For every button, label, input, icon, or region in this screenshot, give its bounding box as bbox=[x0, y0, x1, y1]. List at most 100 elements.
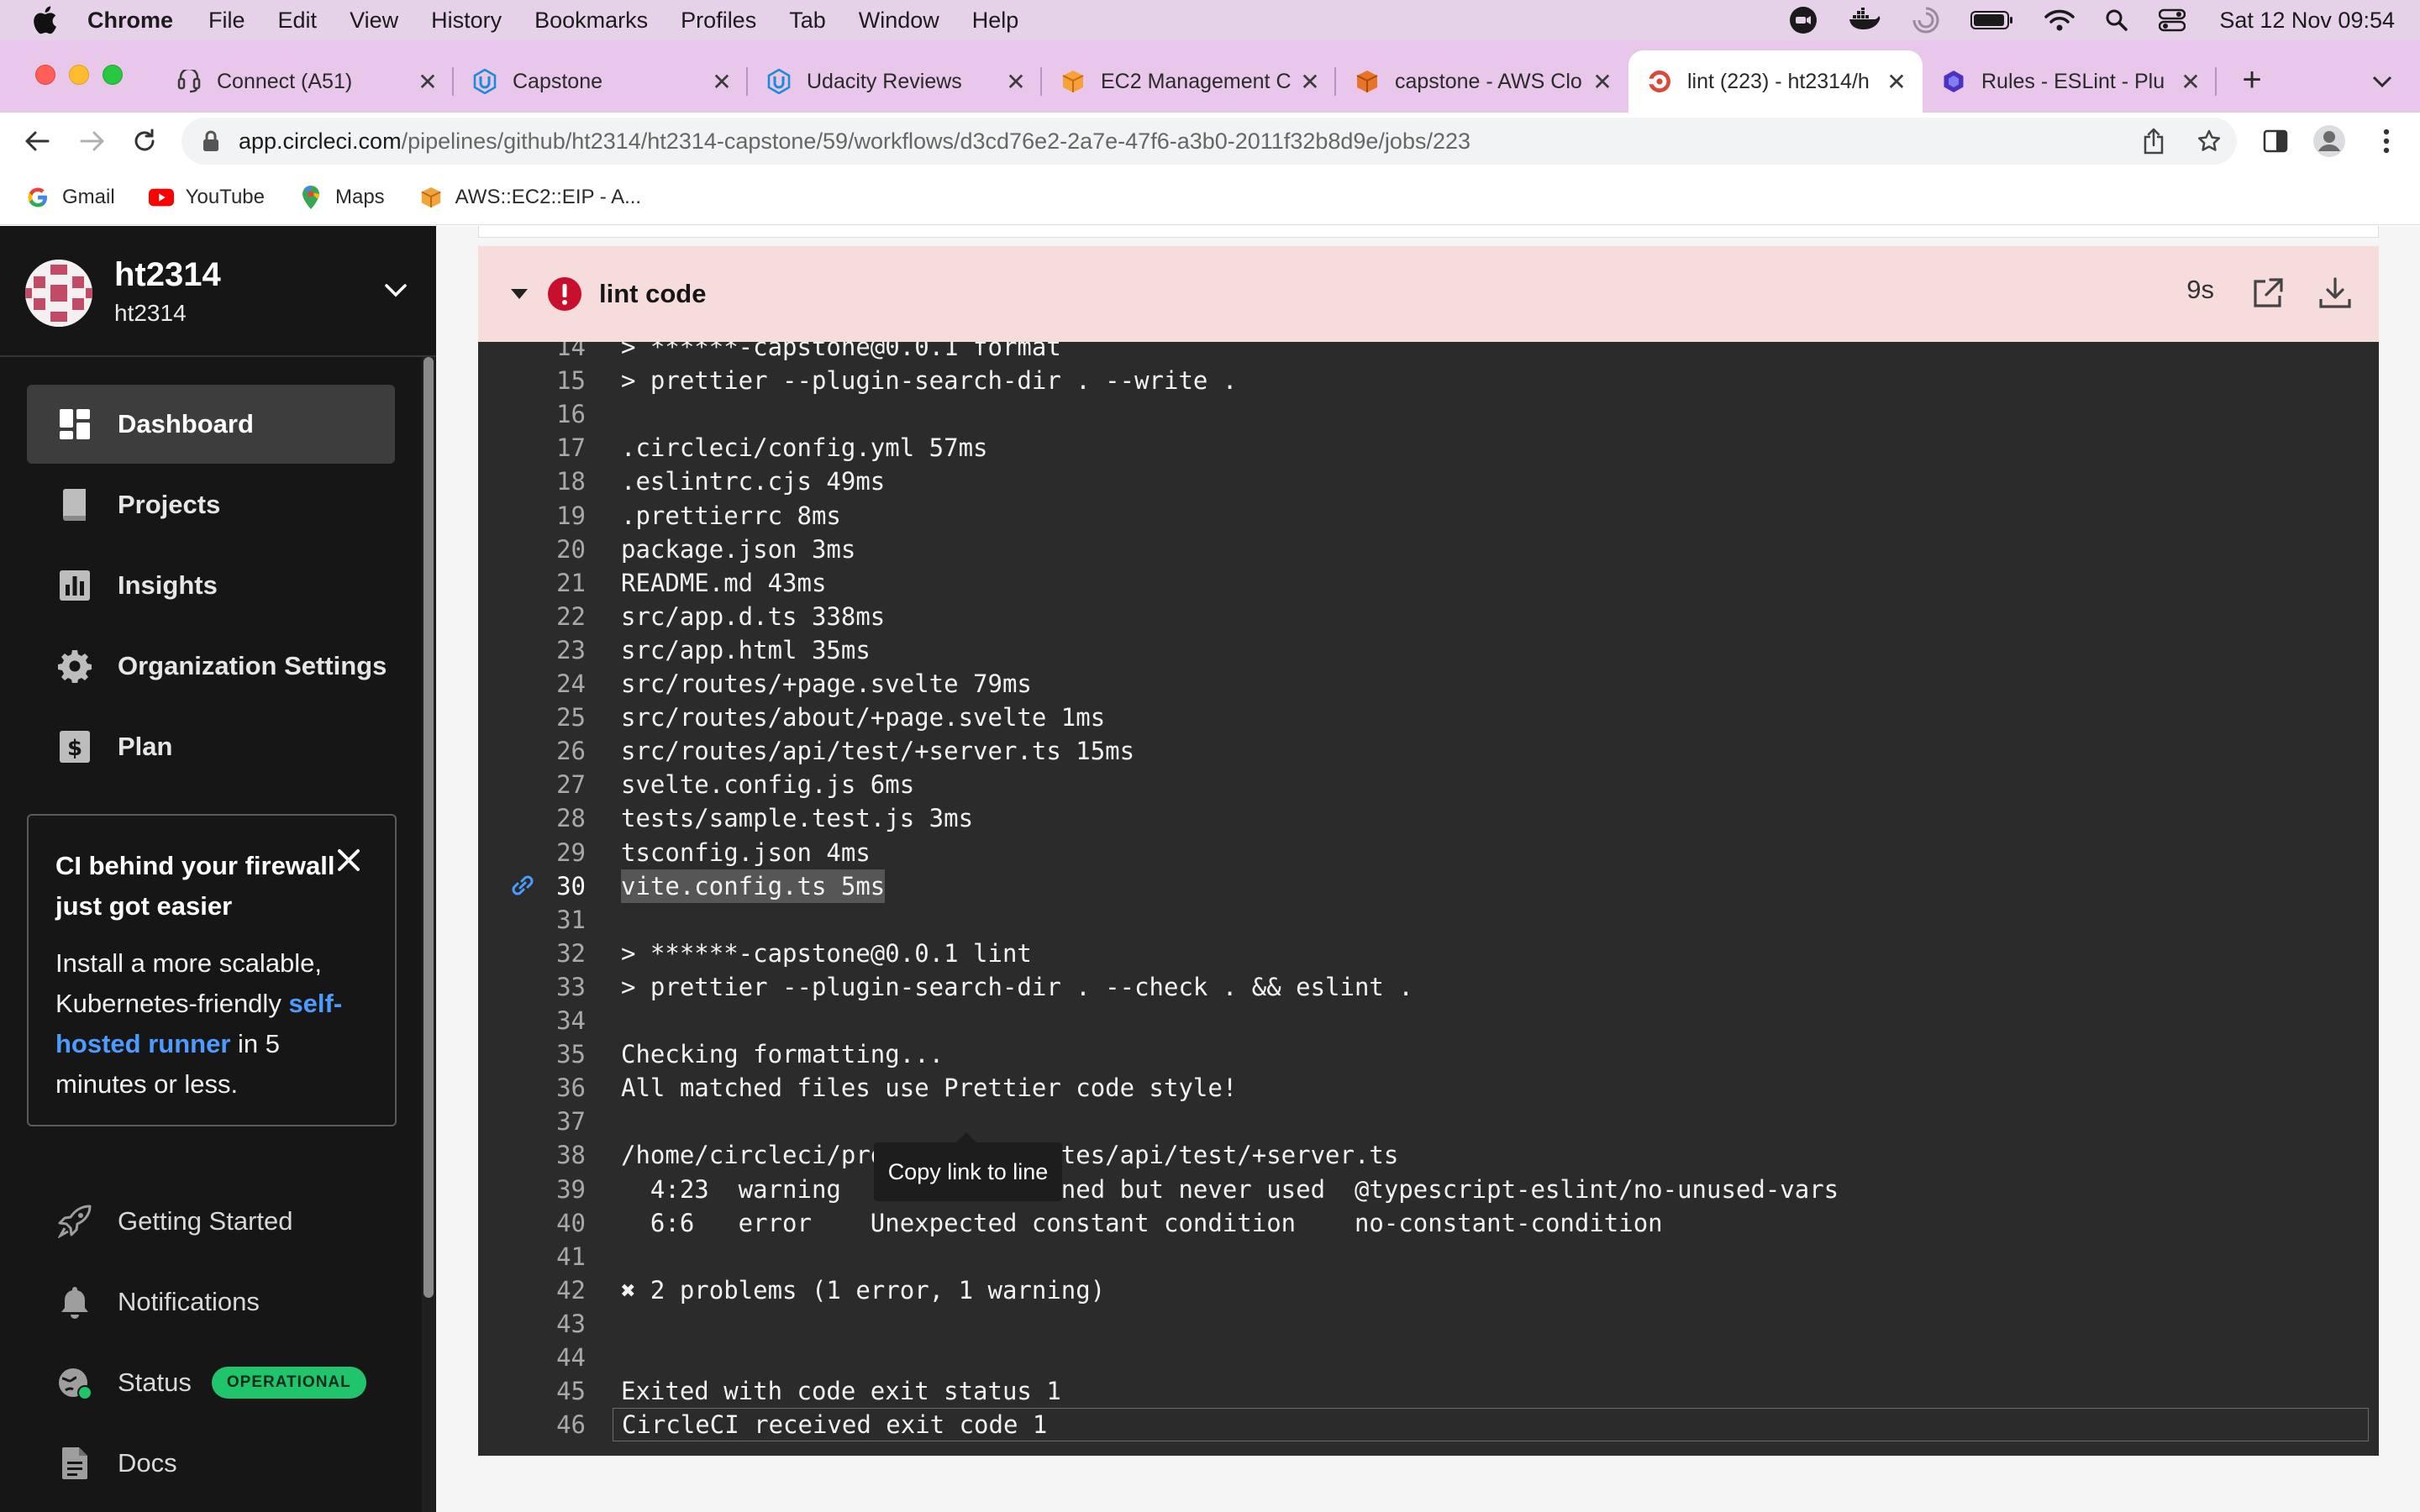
log-line[interactable]: 45 Exited with code exit status 1 bbox=[478, 1374, 2379, 1408]
log-line[interactable]: 16 bbox=[478, 397, 2379, 431]
log-output[interactable]: 14 > ******-capstone@0.0.1 format 15 > pret… bbox=[478, 342, 2379, 1456]
log-line[interactable]: 41 bbox=[478, 1240, 2379, 1273]
log-line-number[interactable]: 44 bbox=[478, 1341, 586, 1374]
log-line[interactable]: 14 > ******-capstone@0.0.1 format bbox=[478, 342, 2379, 364]
log-line[interactable]: 25 src/routes/about/+page.svelte 1ms bbox=[478, 701, 2379, 734]
log-line[interactable]: 31 bbox=[478, 903, 2379, 937]
url-text[interactable]: app.circleci.com/pipelines/github/ht2314… bbox=[239, 129, 1470, 155]
open-external-icon[interactable] bbox=[2249, 275, 2286, 312]
battery-icon[interactable] bbox=[1970, 9, 2014, 31]
log-line[interactable]: 20 package.json 3ms bbox=[478, 533, 2379, 566]
apple-logo-icon[interactable] bbox=[32, 6, 57, 34]
window-zoom-button[interactable] bbox=[103, 65, 123, 85]
menu-file[interactable]: File bbox=[208, 8, 245, 34]
zoom-icon[interactable] bbox=[1789, 6, 1818, 34]
share-icon[interactable] bbox=[2143, 128, 2165, 155]
log-line[interactable]: 18 .eslintrc.cjs 49ms bbox=[478, 465, 2379, 498]
log-line-number[interactable]: 21 bbox=[478, 566, 586, 600]
close-icon[interactable]: ✕ bbox=[2178, 69, 2203, 95]
step-header[interactable]: lint code 9s bbox=[478, 246, 2379, 342]
bookmark-gmail[interactable]: Gmail bbox=[25, 185, 115, 210]
log-line[interactable]: 26 src/routes/api/test/+server.ts 15ms bbox=[478, 734, 2379, 768]
log-line[interactable]: 38/home/circleci/project/src/routes/api/… bbox=[478, 1138, 2379, 1172]
log-line-number[interactable]: 35 bbox=[478, 1037, 586, 1071]
close-icon[interactable] bbox=[336, 848, 361, 873]
sidebar-item-organization-settings[interactable]: Organization Settings bbox=[27, 627, 395, 706]
caret-down-icon[interactable] bbox=[507, 281, 532, 307]
address-bar[interactable]: app.circleci.com/pipelines/github/ht2314… bbox=[182, 118, 2237, 165]
sidebar-item-dashboard[interactable]: Dashboard bbox=[27, 385, 395, 464]
reload-icon[interactable] bbox=[129, 126, 160, 156]
tab-search-chevron-icon[interactable] bbox=[2368, 67, 2396, 96]
log-line-number[interactable]: 31 bbox=[478, 903, 586, 937]
bookmark-maps[interactable]: Maps bbox=[298, 185, 385, 210]
log-line-number[interactable]: 28 bbox=[478, 801, 586, 835]
browser-tab[interactable]: Connect (A51) ✕ bbox=[158, 50, 454, 113]
profile-avatar-icon[interactable] bbox=[2312, 124, 2346, 158]
close-icon[interactable]: ✕ bbox=[1884, 69, 1909, 95]
log-line[interactable]: 37 bbox=[478, 1105, 2379, 1138]
side-panel-icon[interactable] bbox=[2259, 124, 2292, 158]
log-line-number[interactable]: 16 bbox=[478, 397, 586, 431]
log-line-number[interactable]: 22 bbox=[478, 600, 586, 633]
spotlight-search-icon[interactable] bbox=[2105, 8, 2128, 32]
chevron-down-icon[interactable] bbox=[383, 278, 408, 303]
menu-edit[interactable]: Edit bbox=[278, 8, 318, 34]
log-line-number[interactable]: 27 bbox=[478, 768, 586, 801]
browser-tab[interactable]: EC2 Management C ✕ bbox=[1042, 50, 1336, 113]
menu-view[interactable]: View bbox=[350, 8, 398, 34]
log-line[interactable]: 44 bbox=[478, 1341, 2379, 1374]
menu-history[interactable]: History bbox=[431, 8, 502, 34]
log-line-number[interactable]: 23 bbox=[478, 633, 586, 667]
browser-tab[interactable]: Udacity Reviews ✕ bbox=[748, 50, 1042, 113]
log-line-number[interactable]: 38 bbox=[478, 1138, 586, 1172]
log-line-number[interactable]: 33 bbox=[478, 970, 586, 1004]
log-line[interactable]: 19 .prettierrc 8ms bbox=[478, 499, 2379, 533]
menu-tab[interactable]: Tab bbox=[789, 8, 826, 34]
log-line[interactable]: 43 bbox=[478, 1307, 2379, 1341]
sidebar-scrollbar-thumb[interactable] bbox=[424, 357, 434, 1298]
log-line-number[interactable]: 39 bbox=[478, 1173, 586, 1206]
log-line[interactable]: 27 svelte.config.js 6ms bbox=[478, 768, 2379, 801]
close-icon[interactable]: ✕ bbox=[1590, 69, 1615, 95]
log-line-number[interactable]: 17 bbox=[478, 431, 586, 465]
log-line[interactable]: 28 tests/sample.test.js 3ms bbox=[478, 801, 2379, 835]
log-line[interactable]: 21 README.md 43ms bbox=[478, 566, 2379, 600]
log-line-number[interactable]: 40 bbox=[478, 1206, 586, 1240]
swirl-icon[interactable] bbox=[1912, 6, 1940, 34]
new-tab-button[interactable]: + bbox=[2235, 63, 2269, 97]
sidebar-item-notifications[interactable]: Notifications bbox=[27, 1263, 395, 1341]
bookmark-aws-eip[interactable]: AWS::EC2::EIP - A... bbox=[418, 185, 641, 210]
browser-tab[interactable]: capstone - AWS Clo ✕ bbox=[1336, 50, 1628, 113]
log-line[interactable]: 32 > ******-capstone@0.0.1 lint bbox=[478, 937, 2379, 970]
log-line-number[interactable]: 45 bbox=[478, 1374, 586, 1408]
menu-bookmarks[interactable]: Bookmarks bbox=[534, 8, 648, 34]
log-line[interactable]: 46 CircleCI received exit code 1 bbox=[478, 1408, 2379, 1442]
log-line[interactable]: 33 > prettier --plugin-search-dir . --che… bbox=[478, 970, 2379, 1004]
control-center-icon[interactable] bbox=[2159, 8, 2186, 32]
log-line-number[interactable]: 42 bbox=[478, 1273, 586, 1307]
browser-tab[interactable]: Capstone ✕ bbox=[454, 50, 748, 113]
log-line-number[interactable]: 36 bbox=[478, 1071, 586, 1105]
log-line-number[interactable]: 41 bbox=[478, 1240, 586, 1273]
log-line[interactable]: 34 bbox=[478, 1004, 2379, 1037]
bookmark-youtube[interactable]: YouTube bbox=[148, 185, 265, 210]
log-line-number[interactable]: 46 bbox=[478, 1408, 586, 1441]
log-line[interactable]: 30 vite.config.ts 5ms bbox=[478, 869, 2379, 903]
sidebar-item-insights[interactable]: Insights bbox=[27, 546, 395, 625]
log-line[interactable]: 22 src/app.d.ts 338ms bbox=[478, 600, 2379, 633]
log-line-number[interactable]: 26 bbox=[478, 734, 586, 768]
log-line[interactable]: 39 4:23 warning 'url' is defined but nev… bbox=[478, 1173, 2379, 1206]
menu-app-name[interactable]: Chrome bbox=[87, 8, 173, 34]
close-icon[interactable]: ✕ bbox=[1297, 69, 1323, 95]
sidebar-item-projects[interactable]: Projects bbox=[27, 465, 395, 544]
log-line-number[interactable]: 24 bbox=[478, 667, 586, 701]
log-line[interactable]: 15 > prettier --plugin-search-dir . --wri… bbox=[478, 364, 2379, 397]
back-arrow-icon[interactable] bbox=[22, 126, 52, 156]
docker-icon[interactable] bbox=[1848, 8, 1881, 33]
log-line-number[interactable]: 25 bbox=[478, 701, 586, 734]
menubar-clock[interactable]: Sat 12 Nov 09:54 bbox=[2219, 8, 2395, 34]
log-line-number[interactable]: 43 bbox=[478, 1307, 586, 1341]
menu-profiles[interactable]: Profiles bbox=[681, 8, 756, 34]
log-line-number[interactable]: 14 bbox=[478, 342, 586, 364]
